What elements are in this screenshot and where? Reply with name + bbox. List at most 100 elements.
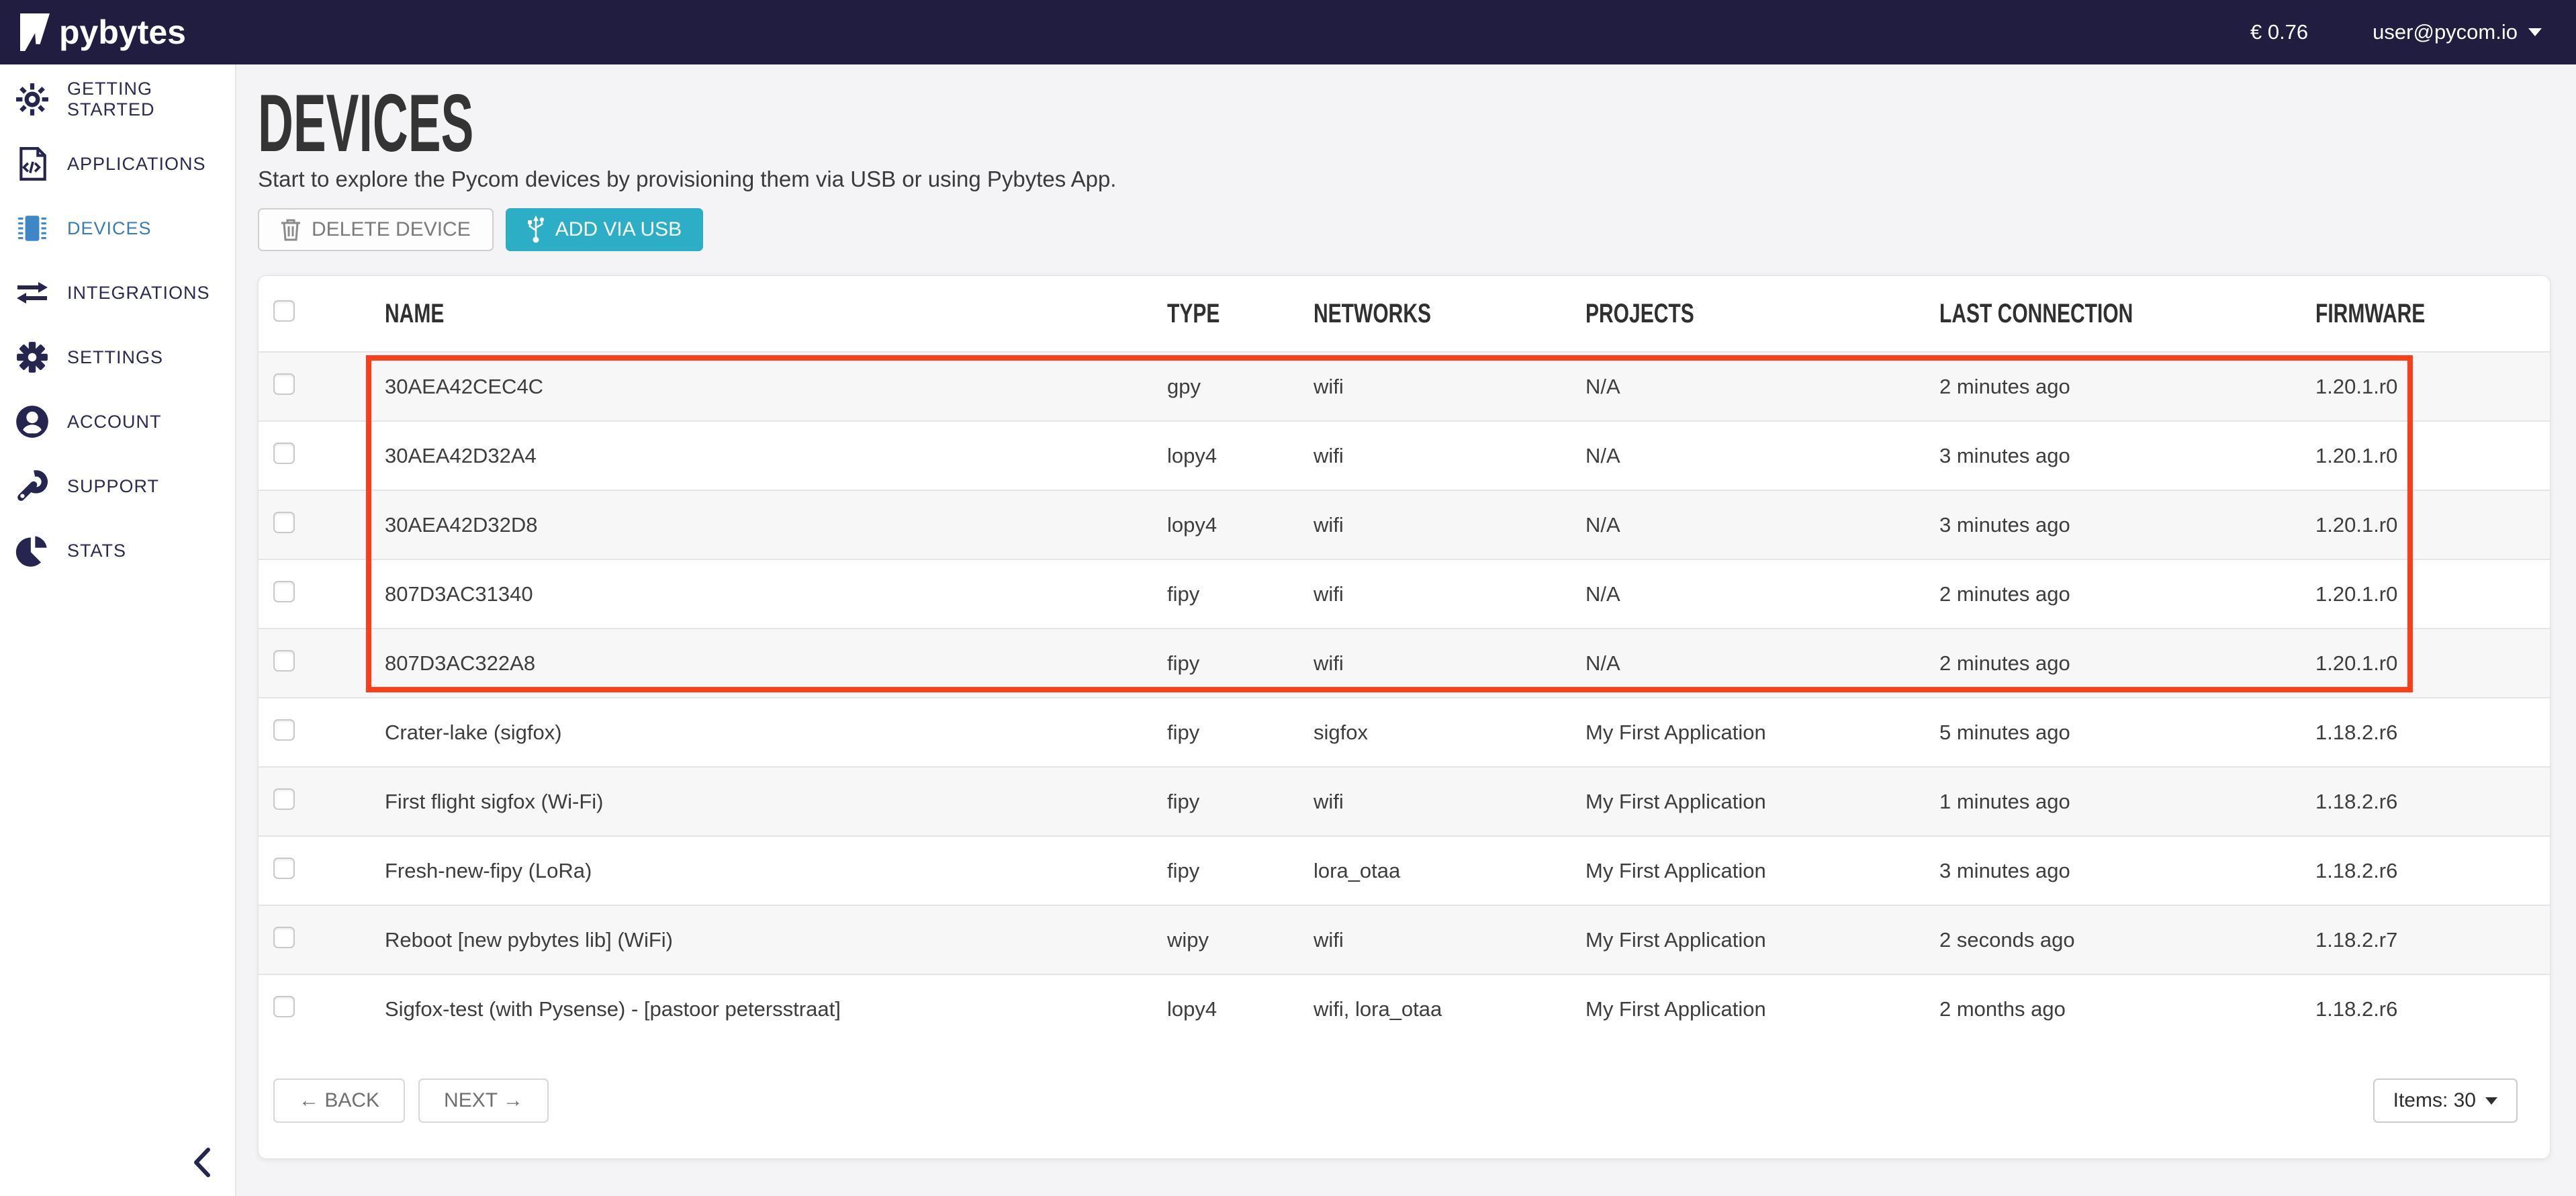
device-networks: wifi [1314,513,1585,537]
trash-icon [281,218,301,241]
table-row[interactable]: 30AEA42CEC4C gpy wifi N/A 2 minutes ago … [259,351,2550,420]
device-networks: wifi [1314,582,1585,606]
device-name: 807D3AC322A8 [385,651,1167,676]
devices-table: NAME TYPE NETWORKS PROJECTS LAST CONNECT… [258,275,2550,1159]
table-row[interactable]: 807D3AC31340 fipy wifi N/A 2 minutes ago… [259,559,2550,628]
items-per-page-dropdown[interactable]: Items: 30 [2373,1078,2518,1123]
sidebar-item-label: STATS [67,541,126,561]
column-header-networks: NETWORKS [1314,299,1585,329]
sidebar-collapse-button[interactable] [187,1145,218,1180]
device-firmware: 1.18.2.r6 [2315,997,2550,1021]
device-firmware: 1.20.1.r0 [2315,513,2550,537]
table-row[interactable]: Sigfox-test (with Pysense) - [pastoor pe… [259,974,2550,1043]
row-checkbox[interactable] [273,581,295,602]
device-firmware: 1.20.1.r0 [2315,651,2550,676]
sidebar-item-account[interactable]: ACCOUNT [0,389,235,454]
user-menu[interactable]: user@pycom.io [2373,20,2542,44]
device-name: Crater-lake (sigfox) [385,721,1167,745]
sidebar-item-label: SUPPORT [67,476,159,497]
device-type: lopy4 [1167,444,1314,468]
device-projects: N/A [1585,444,1939,468]
next-button[interactable]: NEXT → [418,1078,549,1123]
row-checkbox[interactable] [273,650,295,672]
device-projects: My First Application [1585,859,1939,883]
table-row[interactable]: 807D3AC322A8 fipy wifi N/A 2 minutes ago… [259,628,2550,697]
sidebar-item-label: INTEGRATIONS [67,283,210,304]
sidebar-item-integrations[interactable]: INTEGRATIONS [0,261,235,325]
table-row[interactable]: First flight sigfox (Wi-Fi) fipy wifi My… [259,766,2550,835]
device-networks: wifi [1314,651,1585,676]
table-footer: ← BACK NEXT → Items: 30 [259,1043,2550,1158]
back-button[interactable]: ← BACK [273,1078,405,1123]
device-firmware: 1.20.1.r0 [2315,444,2550,468]
delete-device-button[interactable]: DELETE DEVICE [258,208,494,251]
sidebar-item-label: APPLICATIONS [67,154,206,175]
column-header-type: TYPE [1167,299,1314,329]
device-firmware: 1.18.2.r6 [2315,859,2550,883]
device-networks: sigfox [1314,721,1585,745]
top-navbar: pybytes € 0.76 user@pycom.io [0,0,2576,64]
swap-arrows-icon [15,275,50,310]
add-via-usb-button[interactable]: ADD VIA USB [506,208,703,251]
chevron-down-icon [2528,28,2542,36]
device-name: 807D3AC31340 [385,582,1167,606]
sidebar-item-label: DEVICES [67,218,152,239]
device-last-connection: 1 minutes ago [1939,790,2315,814]
pybytes-logo[interactable]: pybytes [20,13,186,52]
table-row[interactable]: Crater-lake (sigfox) fipy sigfox My Firs… [259,697,2550,766]
device-networks: wifi [1314,928,1585,952]
row-checkbox[interactable] [273,512,295,533]
row-checkbox[interactable] [273,443,295,464]
device-type: fipy [1167,859,1314,883]
device-firmware: 1.18.2.r7 [2315,928,2550,952]
sidebar-item-label: ACCOUNT [67,412,162,432]
device-name: 30AEA42D32D8 [385,513,1167,537]
sidebar-item-stats[interactable]: STATS [0,518,235,583]
brand-name: pybytes [59,13,186,52]
row-checkbox[interactable] [273,788,295,810]
table-header-row: NAME TYPE NETWORKS PROJECTS LAST CONNECT… [259,276,2550,351]
device-networks: wifi [1314,375,1585,399]
pybytes-logo-icon [20,13,50,51]
device-networks: lora_otaa [1314,859,1585,883]
table-rows: 30AEA42CEC4C gpy wifi N/A 2 minutes ago … [259,351,2550,1043]
table-row[interactable]: Reboot [new pybytes lib] (WiFi) wipy wif… [259,905,2550,974]
table-row[interactable]: 30AEA42D32A4 lopy4 wifi N/A 3 minutes ag… [259,420,2550,490]
user-icon [15,404,50,439]
table-row[interactable]: Fresh-new-fipy (LoRa) fipy lora_otaa My … [259,835,2550,905]
device-type: fipy [1167,790,1314,814]
user-email: user@pycom.io [2373,20,2518,44]
device-name: Reboot [new pybytes lib] (WiFi) [385,928,1167,952]
device-name: First flight sigfox (Wi-Fi) [385,790,1167,814]
sun-icon [15,82,50,117]
device-type: lopy4 [1167,997,1314,1021]
device-type: lopy4 [1167,513,1314,537]
device-projects: N/A [1585,375,1939,399]
device-last-connection: 2 seconds ago [1939,928,2315,952]
sidebar-item-devices[interactable]: DEVICES [0,196,235,261]
page-subtitle: Start to explore the Pycom devices by pr… [258,167,2550,192]
account-balance: € 0.76 [2250,20,2308,44]
device-last-connection: 2 minutes ago [1939,582,2315,606]
main-content: DEVICES Start to explore the Pycom devic… [236,64,2576,1196]
device-networks: wifi, lora_otaa [1314,997,1585,1021]
row-checkbox[interactable] [273,719,295,741]
row-checkbox[interactable] [273,927,295,948]
sidebar-item-settings[interactable]: SETTINGS [0,325,235,389]
select-all-checkbox[interactable] [273,300,295,322]
table-row[interactable]: 30AEA42D32D8 lopy4 wifi N/A 3 minutes ag… [259,490,2550,559]
column-header-last-connection: LAST CONNECTION [1939,299,2315,329]
row-checkbox[interactable] [273,996,295,1017]
sidebar-item-applications[interactable]: APPLICATIONS [0,132,235,196]
device-projects: N/A [1585,582,1939,606]
sidebar-item-support[interactable]: SUPPORT [0,454,235,518]
column-header-firmware: FIRMWARE [2315,299,2550,329]
device-type: gpy [1167,375,1314,399]
sidebar-item-label: SETTINGS [67,347,163,368]
device-last-connection: 2 minutes ago [1939,651,2315,676]
device-networks: wifi [1314,790,1585,814]
row-checkbox[interactable] [273,373,295,395]
sidebar-item-getting-started[interactable]: GETTING STARTED [0,67,235,132]
row-checkbox[interactable] [273,858,295,879]
device-name: 30AEA42CEC4C [385,375,1167,399]
